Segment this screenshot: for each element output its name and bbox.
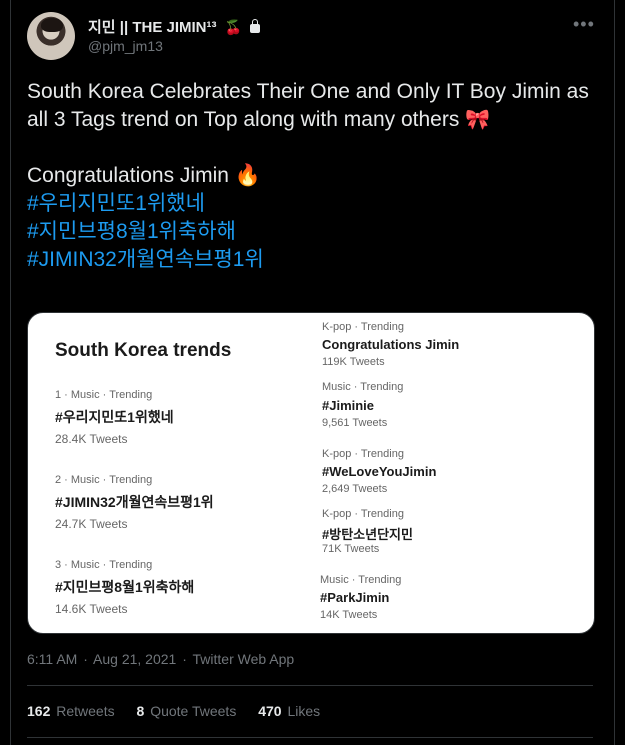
trend-meta: 3 · Music · Trending <box>55 559 153 571</box>
trend-count: 28.4K Tweets <box>55 432 128 446</box>
tweet-stats: 162 Retweets 8 Quote Tweets 470 Likes <box>27 703 338 719</box>
trend-tag: #방탄소년단지민 <box>322 527 413 542</box>
trend-meta: Music · Trending <box>322 381 404 393</box>
trend-count: 9,561 Tweets <box>322 417 388 429</box>
trend-meta: K-pop · Trending <box>322 448 404 460</box>
ribbon-emoji-icon: 🎀 <box>465 109 491 131</box>
trend-tag: #WeLoveYouJimin <box>322 464 437 479</box>
trends-screenshot: South Korea trends 1 · Music · Trending … <box>28 313 594 633</box>
trend-tag: #ParkJimin <box>320 590 390 605</box>
retweets-stat[interactable]: 162 Retweets <box>27 703 115 719</box>
trend-count: 14.6K Tweets <box>55 602 128 616</box>
hashtag-link[interactable]: #지민브평8월1위축하해 <box>27 218 602 246</box>
quote-tweets-stat[interactable]: 8 Quote Tweets <box>137 703 237 719</box>
author-name[interactable]: 지민 || THE JIMIN¹³ 🍒 <box>88 16 261 37</box>
trend-meta: 2 · Music · Trending <box>55 474 153 486</box>
author-display-name[interactable]: 지민 || THE JIMIN¹³ <box>88 19 217 36</box>
avatar[interactable] <box>27 12 75 60</box>
tweet-timestamp: 6:11 AM · Aug 21, 2021 · Twitter Web App <box>27 651 295 667</box>
trend-tag: Congratulations Jimin <box>322 337 460 352</box>
hashtag-link[interactable]: #JIMIN32개월연속브평1위 <box>27 246 602 274</box>
divider <box>27 685 593 686</box>
trend-tag: #지민브평8월1위축하해 <box>55 579 195 595</box>
trend-count: 119K Tweets <box>322 356 385 368</box>
trend-tag: #JIMIN32개월연속브평1위 <box>55 494 214 510</box>
cherry-icon: 🍒 <box>224 19 243 35</box>
more-options-icon[interactable]: ••• <box>573 14 595 35</box>
tweet-source[interactable]: Twitter Web App <box>193 651 295 667</box>
trend-meta: Music · Trending <box>320 574 402 586</box>
tweet-time[interactable]: 6:11 AM <box>27 651 77 667</box>
lock-icon <box>250 19 261 33</box>
divider <box>27 737 593 738</box>
author-handle[interactable]: @pjm_jm13 <box>88 38 163 54</box>
likes-stat[interactable]: 470 Likes <box>258 703 320 719</box>
tweet-text: South Korea Celebrates Their One and Onl… <box>27 78 602 274</box>
trend-meta: 1 · Music · Trending <box>55 389 153 401</box>
hashtag-link[interactable]: #우리지민또1위했네 <box>27 190 602 218</box>
tweet-line-1: South Korea Celebrates Their One and Onl… <box>27 80 589 131</box>
fire-emoji-icon: 🔥 <box>234 164 261 187</box>
trend-count: 24.7K Tweets <box>55 517 128 531</box>
trend-meta: K-pop · Trending <box>322 321 404 333</box>
trend-count: 14K Tweets <box>320 609 378 621</box>
attached-image[interactable]: South Korea trends 1 · Music · Trending … <box>27 312 595 634</box>
tweet-date[interactable]: Aug 21, 2021 <box>93 651 176 667</box>
trend-count: 2,649 Tweets <box>322 483 388 495</box>
trend-tag: #Jiminie <box>322 398 375 413</box>
trend-count: 71K Tweets <box>322 543 380 555</box>
trends-title: South Korea trends <box>55 340 232 361</box>
tweet-line-2: Congratulations Jimin <box>27 164 229 187</box>
trend-meta: K-pop · Trending <box>322 508 404 520</box>
trend-tag: #우리지민또1위했네 <box>55 409 174 425</box>
